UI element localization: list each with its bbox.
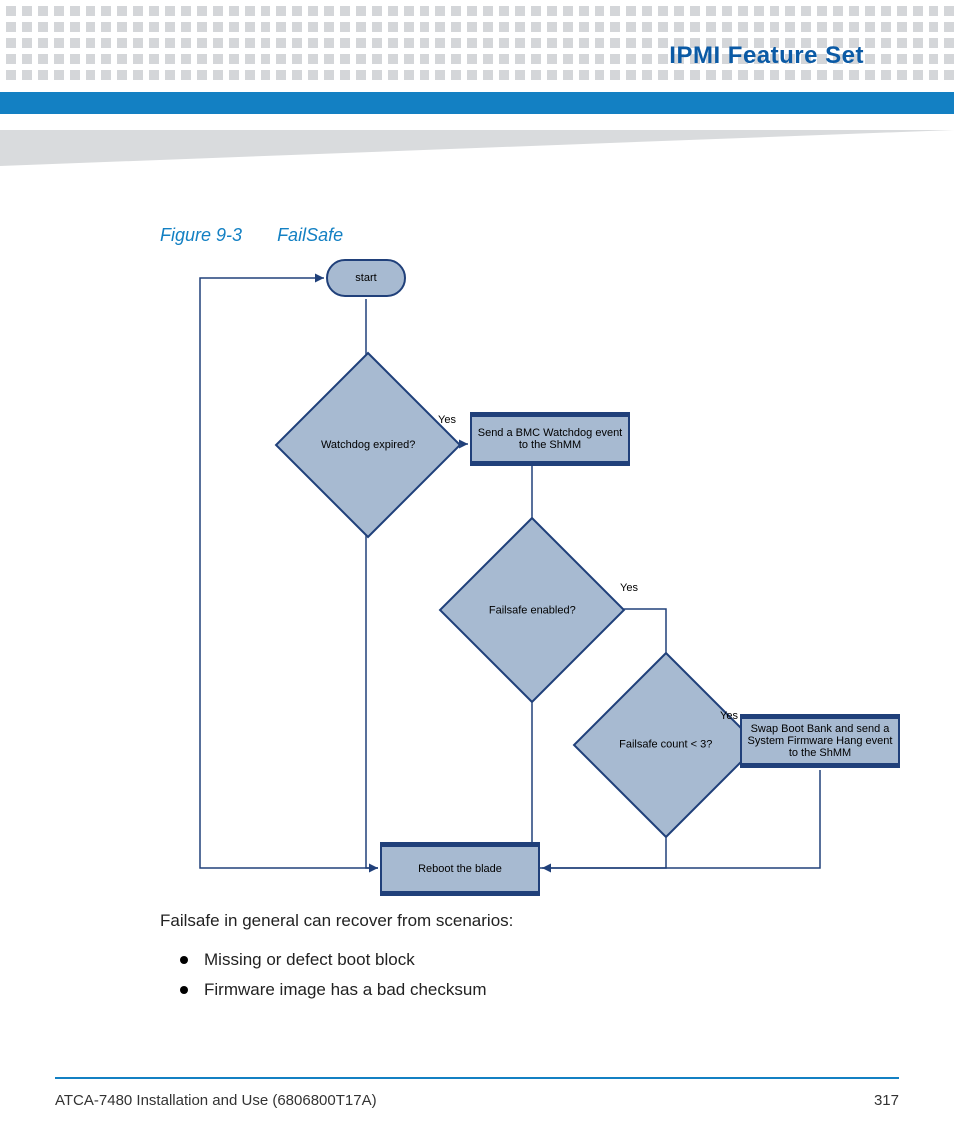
node-failsafe-enabled-label: Failsafe enabled? bbox=[489, 604, 576, 616]
node-failsafe-count-label: Failsafe count < 3? bbox=[619, 739, 712, 751]
footer-doc-id: ATCA-7480 Installation and Use (6806800T… bbox=[55, 1092, 377, 1109]
dot-row bbox=[0, 70, 954, 80]
bullet-item: Firmware image has a bad checksum bbox=[180, 980, 874, 1000]
footer-page-number: 317 bbox=[874, 1092, 899, 1109]
figure-caption: Figure 9-3 FailSafe bbox=[160, 225, 874, 246]
dot-row bbox=[0, 6, 954, 16]
chapter-title: IPMI Feature Set bbox=[669, 42, 864, 70]
header-grey-wedge bbox=[0, 130, 954, 166]
node-swap-boot-bank: Swap Boot Bank and send a System Firmwar… bbox=[740, 714, 900, 768]
content-area: Figure 9-3 FailSafe bbox=[160, 225, 874, 1016]
bullet-list: Missing or defect boot block Firmware im… bbox=[160, 950, 874, 1000]
figure-title: FailSafe bbox=[277, 225, 343, 245]
edge-yes-2: Yes bbox=[620, 582, 638, 594]
edge-yes-3: Yes bbox=[720, 710, 738, 722]
header-blue-bar bbox=[0, 92, 954, 114]
node-reboot: Reboot the blade bbox=[380, 842, 540, 896]
dot-row bbox=[0, 22, 954, 32]
flowchart-diagram: start Watchdog expired? Yes Send a BMC W… bbox=[180, 254, 900, 904]
footer-rule bbox=[55, 1077, 899, 1079]
node-start: start bbox=[326, 259, 406, 297]
node-send-event: Send a BMC Watchdog event to the ShMM bbox=[470, 412, 630, 466]
bullet-item: Missing or defect boot block bbox=[180, 950, 874, 970]
node-watchdog-expired-label: Watchdog expired? bbox=[321, 439, 415, 451]
edge-yes-1: Yes bbox=[438, 414, 456, 426]
body-intro: Failsafe in general can recover from sce… bbox=[160, 909, 874, 933]
figure-number: Figure 9-3 bbox=[160, 225, 242, 245]
